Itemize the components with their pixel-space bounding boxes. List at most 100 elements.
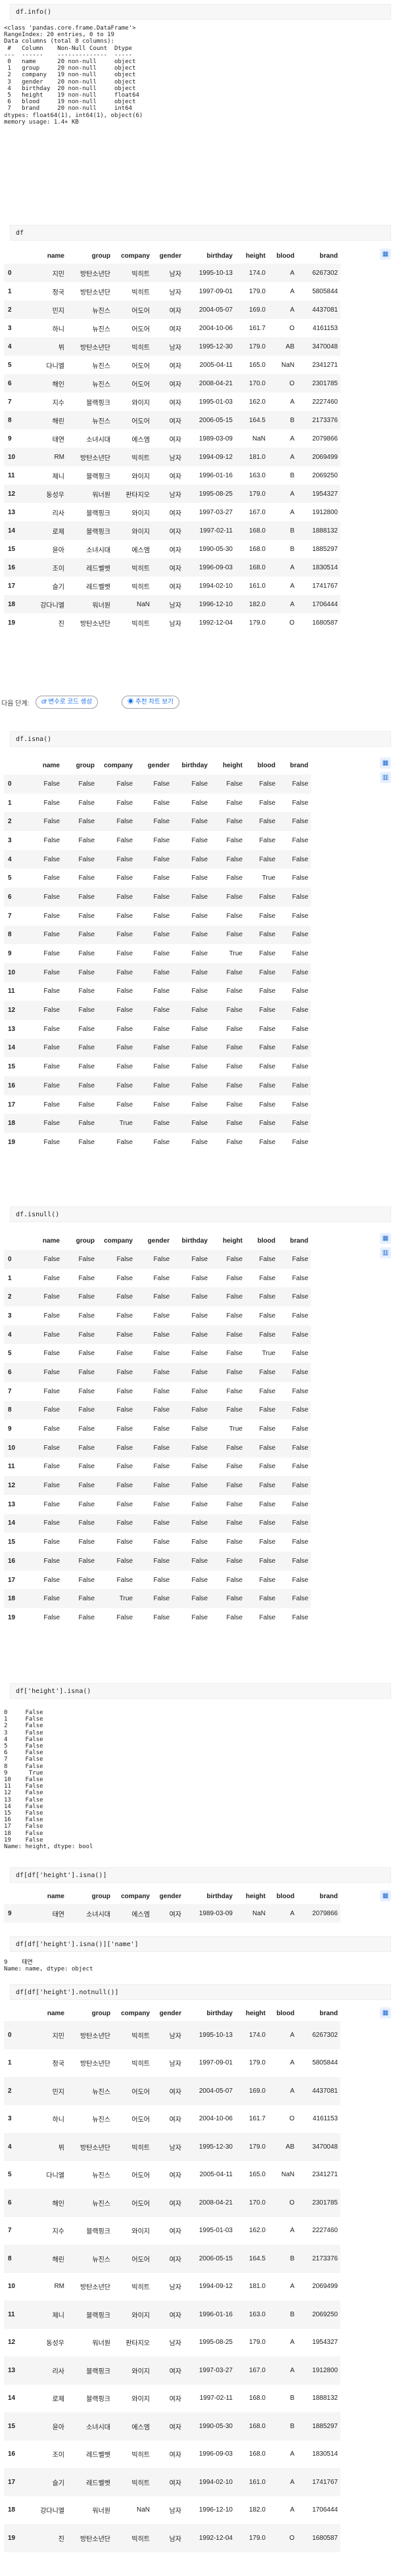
table-row: 8 해린 뉴진스 어도어 여자 2006-05-15 164.5 B 2173376	[4, 2245, 340, 2273]
table-cell: 블랙핑크	[86, 2228, 110, 2236]
code-cell-isna[interactable]: df.isna()	[10, 731, 391, 747]
table-cell: False	[226, 1331, 243, 1339]
table-cell: False	[226, 818, 243, 826]
table-view-icon[interactable]: ▦	[380, 1890, 391, 1901]
chart-suggest-icon[interactable]: ▥	[380, 1247, 391, 1258]
column-header: group	[76, 761, 95, 769]
column-header: birthday	[181, 761, 208, 769]
table-cell: False	[153, 988, 170, 995]
table-cell: 2079866	[312, 435, 338, 442]
table-cell: False	[153, 1312, 170, 1320]
table-cell: False	[116, 1387, 133, 1395]
table-row: 6 False False False False False False False Fals…	[4, 888, 311, 907]
table-cell: False	[259, 1425, 275, 1433]
table-cell: False	[116, 1368, 133, 1376]
table-cell: 해린	[52, 417, 64, 425]
table-cell: False	[43, 836, 60, 844]
code-cell-df[interactable]: df	[10, 225, 391, 241]
table-cell: False	[78, 1463, 95, 1471]
table-cell: False	[191, 1138, 208, 1146]
table-cell: False	[226, 1082, 243, 1089]
table-cell: False	[78, 818, 95, 826]
column-header: blood	[276, 2010, 294, 2017]
table-row: 17 슬기 레드벨벳 빅히트 여자 1994-02-10 161.0 A 1741767	[4, 577, 340, 595]
table-cell: True	[229, 950, 243, 958]
table-view-icon[interactable]: ▦	[380, 2007, 391, 2018]
table-cell: False	[292, 1312, 308, 1320]
code-cell-info[interactable]: df.info()	[10, 4, 391, 20]
table-cell: False	[153, 874, 170, 882]
table-cell: 방탄소년단	[80, 2032, 110, 2040]
table-cell: 179.0	[248, 2059, 266, 2067]
chart-suggest-icon[interactable]: ▥	[380, 772, 391, 783]
table-cell: False	[116, 1613, 133, 1621]
table-cell: NaN	[136, 2506, 150, 2514]
table-cell: False	[153, 931, 170, 939]
table-cell: 어도어	[131, 2200, 150, 2208]
table-cell: False	[78, 1595, 95, 1603]
table-cell: False	[226, 1368, 243, 1376]
button-label: 추천 차트 보기	[135, 698, 174, 705]
table-cell: 다니엘	[46, 362, 64, 370]
table-view-icon[interactable]: ▦	[380, 1233, 391, 1244]
table-cell: 3470048	[312, 2143, 338, 2151]
row-index: 15	[8, 1063, 16, 1071]
column-header: blood	[276, 1893, 294, 1900]
table-cell: 1680587	[312, 619, 338, 627]
table-cell: O	[289, 2115, 294, 2123]
table-cell: 1994-02-10	[198, 2478, 233, 2486]
code-cell-height-filter[interactable]: df[df['height'].isna()]	[10, 1867, 391, 1883]
generate-code-button[interactable]: df 변수로 코드 생성	[35, 696, 99, 709]
table-cell: 와이지	[131, 473, 150, 481]
table-cell: False	[43, 1406, 60, 1414]
table-cell: False	[292, 818, 308, 826]
table-cell: 어도어	[131, 362, 150, 370]
table-cell: A	[290, 582, 294, 590]
code-cell-notnull[interactable]: df[df['height'].notnull()]	[10, 1984, 391, 2000]
table-cell: 뉴진스	[92, 2256, 110, 2264]
table-cell: False	[43, 818, 60, 826]
table-cell: 정국	[52, 289, 64, 297]
table-cell: False	[191, 855, 208, 863]
table-cell: 블랙핑크	[86, 510, 110, 517]
table-cell: False	[43, 1138, 60, 1146]
code-cell-height-isna[interactable]: df['height'].isna()	[10, 1683, 391, 1699]
table-cell: 뉴진스	[92, 362, 110, 370]
table-cell: False	[191, 968, 208, 976]
table-cell: AB	[285, 2143, 294, 2151]
table-cell: False	[116, 1425, 133, 1433]
table-cell: False	[43, 1425, 60, 1433]
table-cell: 여자	[169, 307, 181, 315]
code-cell-isnull[interactable]: df.isnull()	[10, 1206, 391, 1222]
recommended-charts-button[interactable]: ◉ 추천 차트 보기	[122, 696, 179, 709]
code-cell-name-filter[interactable]: df[df['height'].isna()]['name']	[10, 1936, 391, 1952]
table-cell: False	[259, 1331, 275, 1339]
table-cell: AB	[285, 343, 294, 350]
table-cell: 방탄소년단	[80, 344, 110, 352]
table-view-icon[interactable]: ▦	[380, 249, 391, 260]
table-cell: 1994-09-12	[198, 453, 233, 461]
table-cell: False	[43, 1331, 60, 1339]
table-cell: False	[226, 1500, 243, 1508]
table-row: 19 진 방탄소년단 빅히트 남자 1992-12-04 179.0 O 1680587	[4, 613, 340, 632]
table-cell: 1995-12-30	[198, 2143, 233, 2151]
table-cell: False	[153, 855, 170, 863]
table-cell: 2005-04-11	[199, 361, 233, 369]
table-cell: 여자	[169, 2256, 181, 2264]
table-cell: 하니	[52, 325, 64, 333]
table-cell: False	[43, 1576, 60, 1584]
table-cell: 뉴진스	[92, 2116, 110, 2124]
table-cell: 남자	[169, 289, 181, 297]
row-index: 9	[8, 435, 12, 442]
table-row: 10 False False False False False False False Fal…	[4, 1438, 311, 1458]
table-view-icon[interactable]: ▦	[380, 757, 391, 769]
row-index: 6	[8, 379, 12, 387]
column-header: gender	[159, 252, 181, 260]
table-cell: False	[191, 893, 208, 901]
table-cell: 2079866	[312, 1909, 338, 1917]
table-cell: False	[226, 1387, 243, 1395]
table-cell: False	[43, 988, 60, 995]
table-cell: 빅히트	[131, 2284, 150, 2292]
table-row: 5 다니엘 뉴진스 어도어 여자 2005-04-11 165.0 NaN 2341271	[4, 356, 340, 374]
table-cell: False	[116, 1025, 133, 1033]
